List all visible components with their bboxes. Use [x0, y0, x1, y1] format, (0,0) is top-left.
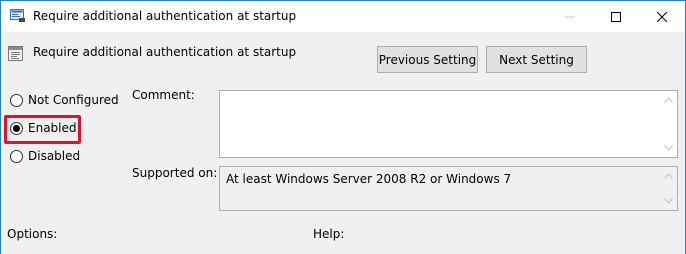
supported-on-box: At least Windows Server 2008 R2 or Windo… — [219, 166, 678, 211]
next-setting-button[interactable]: Next Setting — [486, 46, 587, 73]
minimize-button[interactable] — [547, 1, 593, 32]
enabled-highlight-box — [4, 115, 81, 144]
previous-setting-button[interactable]: Previous Setting — [377, 46, 478, 73]
radio-disabled[interactable]: Disabled — [10, 147, 80, 165]
policy-name-heading: Require additional authentication at sta… — [33, 45, 297, 59]
comment-textarea[interactable] — [219, 90, 678, 158]
radio-not-configured[interactable]: Not Configured — [10, 91, 119, 109]
radio-circle-icon — [10, 149, 23, 163]
window-title: Require additional authentication at sta… — [33, 9, 297, 23]
maximize-button[interactable] — [593, 1, 639, 32]
close-icon — [657, 11, 667, 22]
scroll-up-icon[interactable] — [664, 97, 673, 103]
close-button[interactable] — [639, 1, 685, 32]
minimize-icon — [565, 16, 575, 17]
supported-on-label: Supported on: — [132, 166, 218, 180]
scroll-up-icon[interactable] — [664, 173, 673, 179]
policy-dialog-window: Require additional authentication at sta… — [0, 0, 686, 254]
policy-setting-icon — [8, 46, 23, 61]
maximize-icon — [611, 11, 621, 22]
options-label: Options: — [7, 227, 58, 241]
scroll-down-icon[interactable] — [664, 198, 673, 204]
policy-app-icon — [10, 9, 25, 22]
title-bar[interactable]: Require additional authentication at sta… — [1, 1, 685, 32]
scroll-down-icon[interactable] — [664, 145, 673, 151]
supported-on-value: At least Windows Server 2008 R2 or Windo… — [226, 172, 512, 186]
radio-circle-icon — [10, 93, 23, 107]
help-label: Help: — [313, 227, 345, 241]
radio-label: Not Configured — [28, 93, 119, 107]
comment-label: Comment: — [132, 88, 195, 102]
radio-label: Disabled — [28, 149, 81, 163]
